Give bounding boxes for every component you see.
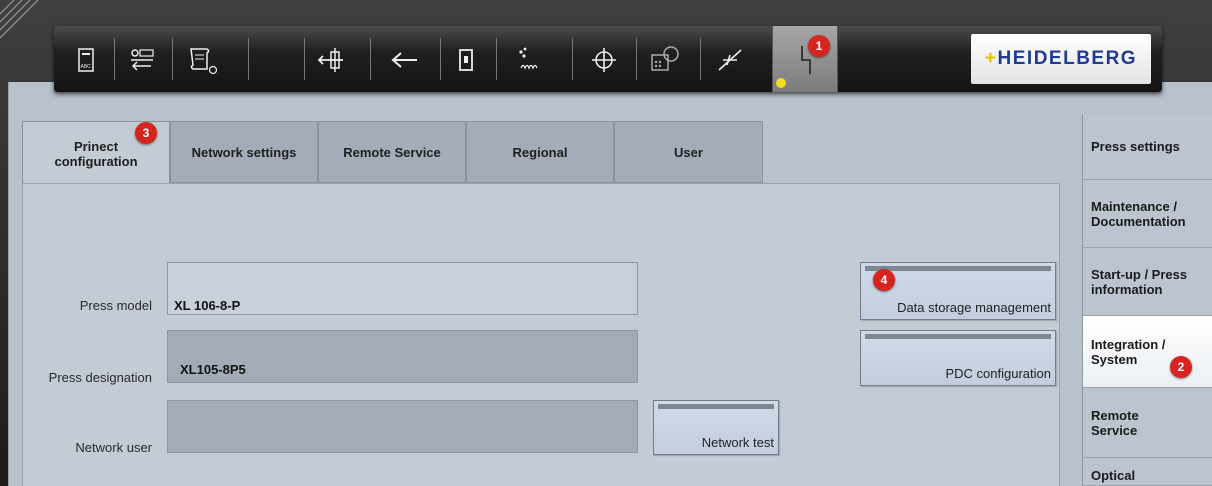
heidelberg-logo: +HEIDELBERG	[971, 34, 1151, 84]
press-designation-value: XL105-8P5	[180, 362, 246, 377]
document-clock-icon[interactable]	[182, 40, 222, 80]
marker-badge-4: 4	[873, 269, 895, 291]
abc-card-icon[interactable]: ABC	[66, 40, 106, 80]
pdc-configuration-button[interactable]: PDC configuration	[860, 330, 1056, 386]
signal-icon[interactable]	[710, 40, 750, 80]
arrow-left-icon[interactable]	[384, 40, 424, 80]
marker-badge-2: 2	[1170, 356, 1192, 378]
sidebar-item-label: Integration / System	[1091, 336, 1166, 367]
button-label: Network test	[701, 435, 774, 450]
sidebar-item-label: Remote Service	[1091, 407, 1139, 438]
tab-remote-service[interactable]: Remote Service	[318, 121, 466, 183]
button-label: PDC configuration	[945, 366, 1052, 381]
press-designation-field[interactable]: XL105-8P5	[167, 330, 638, 383]
marker-badge-1: 1	[808, 35, 830, 57]
tab-label: User	[674, 144, 703, 160]
tab-user[interactable]: User	[614, 121, 763, 183]
tab-network-settings[interactable]: Network settings	[170, 121, 318, 183]
corner-grip-icon	[0, 0, 39, 39]
network-user-label: Network user	[75, 440, 152, 455]
tab-regional[interactable]: Regional	[466, 121, 614, 183]
sidebar-item-label: Maintenance / Documentation	[1091, 198, 1186, 229]
sidebar-item-label: Start-up / Press information	[1091, 266, 1188, 297]
tab-label: Regional	[512, 144, 568, 160]
counter-arrow-icon[interactable]	[122, 40, 162, 80]
status-indicator	[776, 78, 786, 88]
sidebar-item-integration-system[interactable]: Integration / System	[1082, 316, 1212, 388]
marker-badge-3: 3	[135, 122, 157, 144]
sidebar-item-label: Press settings	[1091, 139, 1180, 154]
unit-icon[interactable]	[446, 40, 486, 80]
press-model-label: Press model	[79, 298, 152, 313]
sidebar-item-label: Optical	[1091, 468, 1136, 483]
press-model-value: XL 106-8-P	[174, 298, 241, 313]
tab-label: Remote Service	[343, 144, 441, 160]
sidebar-item-startup-press-information[interactable]: Start-up / Press information	[1082, 248, 1212, 316]
register-crosshair-icon[interactable]	[584, 40, 624, 80]
image-control-icon[interactable]	[644, 40, 684, 80]
logo-text: HEIDELBERG	[997, 48, 1138, 69]
network-test-button[interactable]: Network test	[653, 400, 779, 455]
button-label: Data storage management	[897, 300, 1051, 315]
active-tool-power[interactable]	[772, 26, 838, 92]
top-toolbar: ABC 1 +HEIDELBERG	[54, 26, 1162, 92]
network-user-field[interactable]	[167, 400, 638, 453]
sidebar-item-maintenance-documentation[interactable]: Maintenance / Documentation	[1082, 180, 1212, 248]
tab-label: Prinect configuration	[54, 138, 138, 169]
svg-text:ABC: ABC	[81, 64, 92, 70]
powder-spray-icon[interactable]	[508, 40, 548, 80]
sidebar-item-press-settings[interactable]: Press settings	[1082, 114, 1212, 180]
sidebar-item-optical[interactable]: Optical	[1082, 458, 1212, 486]
press-model-field[interactable]: XL 106-8-P	[167, 262, 638, 315]
press-designation-label: Press designation	[48, 370, 152, 385]
feeder-icon[interactable]	[312, 40, 352, 80]
sidebar-item-remote-service[interactable]: Remote Service	[1082, 388, 1212, 458]
tab-label: Network settings	[191, 144, 297, 160]
